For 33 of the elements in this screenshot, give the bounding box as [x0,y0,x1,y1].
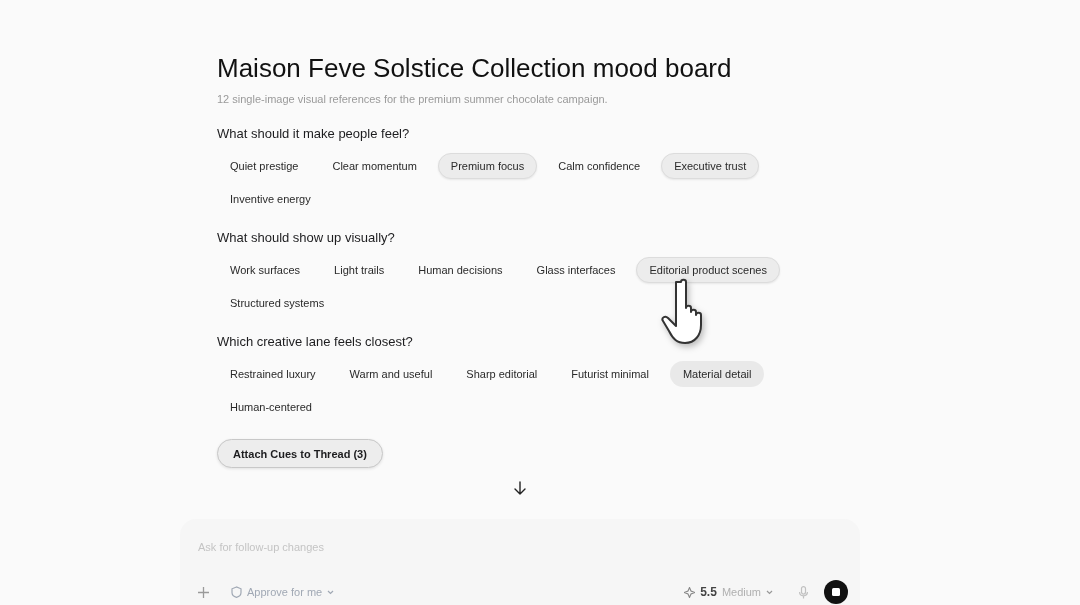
stop-button[interactable] [824,580,848,604]
option-chip[interactable]: Glass interfaces [523,257,629,283]
question-label: Which creative lane feels closest? [217,333,413,351]
option-chip[interactable]: Calm confidence [545,153,654,179]
option-chip[interactable]: Restrained luxury [217,361,329,387]
option-chip[interactable]: Sharp editorial [453,361,551,387]
stop-icon [832,588,840,596]
option-chip[interactable]: Premium focus [437,153,538,179]
add-icon[interactable] [198,586,209,598]
chevron-down-icon [327,589,335,595]
option-chip[interactable]: Futurist minimal [558,361,662,387]
model-dropdown[interactable]: 5.5 Medium [684,585,773,599]
scroll-down-arrow-icon[interactable] [514,481,526,495]
option-chip[interactable]: Quiet prestige [217,153,312,179]
option-chip[interactable]: Work surfaces [217,257,314,283]
chevron-down-icon [766,589,773,595]
option-chip[interactable]: Material detail [669,361,765,387]
option-chip[interactable]: Clear momentum [319,153,430,179]
option-chip[interactable]: Editorial product scenes [636,257,780,283]
board-subtitle: 12 single-image visual references for the premium summer chocolate campaign. [217,92,608,107]
question-label: What should show up visually? [217,229,395,247]
shield-icon [231,586,242,598]
option-chip[interactable]: Light trails [321,257,398,283]
board-title: Maison Feve Solstice Collection mood board [217,52,732,84]
option-chip[interactable]: Warm and useful [336,361,446,387]
question-label: What should it make people feel? [217,125,410,143]
attach-cues-button[interactable]: Attach Cues to Thread (3) [217,439,383,468]
option-chip[interactable]: Human-centered [217,394,325,420]
option-chip[interactable]: Inventive energy [217,186,324,212]
option-chip[interactable]: Executive trust [661,153,760,179]
option-chip[interactable]: Human decisions [405,257,516,283]
option-chip[interactable]: Structured systems [217,290,338,316]
sparkle-icon [684,586,696,598]
